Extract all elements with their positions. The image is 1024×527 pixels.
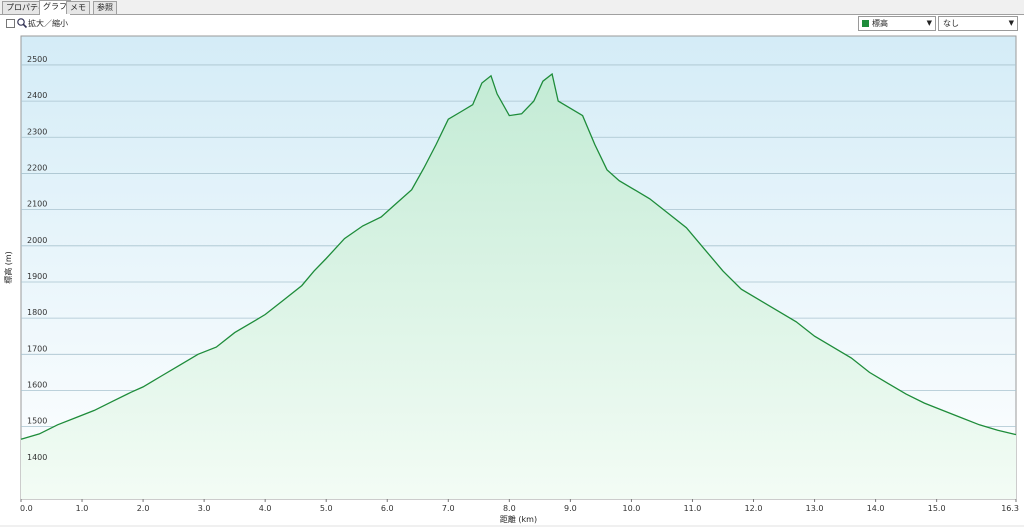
zoom-label: 拡大／縮小 bbox=[28, 19, 68, 28]
y-tick-label: 2200 bbox=[27, 163, 47, 172]
y-tick-label: 2100 bbox=[27, 200, 47, 209]
y-axis-label: 標高 (m) bbox=[3, 251, 13, 284]
compare-select-value: なし bbox=[943, 19, 959, 28]
y-tick-label: 1700 bbox=[27, 344, 47, 353]
x-tick-label: 5.0 bbox=[320, 504, 333, 513]
chevron-down-icon: ▼ bbox=[926, 19, 932, 27]
series-select[interactable]: 標高 ▼ bbox=[858, 16, 936, 31]
y-tick-label: 1900 bbox=[27, 272, 47, 281]
x-tick-label: 14.0 bbox=[867, 504, 885, 513]
y-tick-label: 2500 bbox=[27, 55, 47, 64]
x-tick-label: 8.0 bbox=[503, 504, 516, 513]
x-tick-label: 3.0 bbox=[198, 504, 211, 513]
y-tick-label: 1600 bbox=[27, 380, 47, 389]
series-color-swatch bbox=[862, 20, 869, 27]
chevron-down-icon: ▼ bbox=[1008, 19, 1014, 27]
x-tick-label: 10.0 bbox=[623, 504, 641, 513]
chart-panel: 0.0 1.0 2.0 3.0 4.0 5.0 6.0 7.0 8.0 9.0 10.0 11.0 12… bbox=[0, 34, 1024, 525]
compare-select[interactable]: なし ▼ bbox=[938, 16, 1018, 31]
x-tick-label: 1.0 bbox=[76, 504, 89, 513]
y-tick-label: 2300 bbox=[27, 127, 47, 136]
tab-memo[interactable]: メモ bbox=[66, 1, 90, 14]
x-tick-label: 2.0 bbox=[137, 504, 150, 513]
x-tick-label: 9.0 bbox=[564, 504, 577, 513]
x-tick-label: 4.0 bbox=[259, 504, 272, 513]
series-select-value: 標高 bbox=[872, 19, 888, 28]
tab-reference[interactable]: 参照 bbox=[93, 1, 117, 14]
graph-toolbar: 拡大／縮小 標高 ▼ なし ▼ bbox=[0, 15, 1024, 34]
tab-strip: プロパティ グラフ メモ 参照 bbox=[0, 0, 1024, 15]
x-tick-label: 0.0 bbox=[20, 504, 33, 513]
x-tick-label: 16.3 bbox=[1001, 504, 1019, 513]
y-tick-label: 1400 bbox=[27, 453, 47, 462]
y-tick-label: 1800 bbox=[27, 308, 47, 317]
x-tick-label: 6.0 bbox=[381, 504, 394, 513]
x-tick-label: 7.0 bbox=[442, 504, 455, 513]
y-tick-label: 1500 bbox=[27, 417, 47, 426]
elevation-chart[interactable]: 0.0 1.0 2.0 3.0 4.0 5.0 6.0 7.0 8.0 9.0 10.0 11.0 12… bbox=[0, 34, 1024, 525]
zoom-checkbox[interactable] bbox=[6, 19, 15, 28]
x-tick-label: 15.0 bbox=[928, 504, 946, 513]
x-tick-label: 13.0 bbox=[806, 504, 824, 513]
x-tick-label: 12.0 bbox=[745, 504, 763, 513]
x-axis-label: 距離 (km) bbox=[500, 514, 537, 524]
y-tick-label: 2000 bbox=[27, 236, 47, 245]
x-tick-label: 11.0 bbox=[684, 504, 702, 513]
y-tick-label: 2400 bbox=[27, 91, 47, 100]
magnifier-icon bbox=[17, 18, 28, 29]
